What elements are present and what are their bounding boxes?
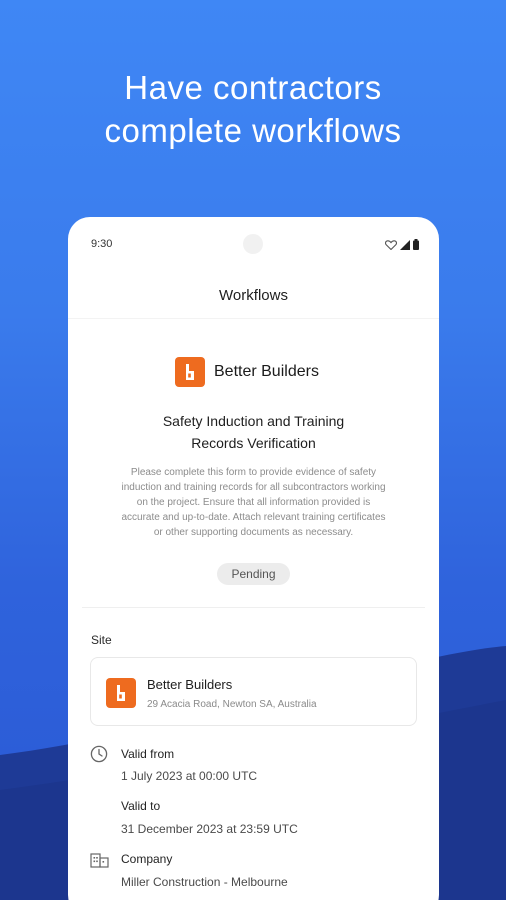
status-badge: Pending	[217, 563, 290, 585]
battery-icon	[413, 239, 419, 250]
form-description-line: induction and training records for all s…	[121, 482, 386, 493]
building-logo-icon	[175, 357, 205, 387]
clock-icon	[90, 745, 108, 763]
form-description-line: or other supporting documents as necessa…	[153, 527, 354, 538]
form-title: Safety Induction and Training Records Ve…	[68, 410, 439, 454]
signal-icon	[400, 239, 410, 250]
camera-cutout	[243, 234, 263, 254]
valid-to-value: 31 December 2023 at 23:59 UTC	[121, 822, 298, 836]
heart-icon	[385, 239, 397, 250]
status-bar: 9:30	[68, 217, 439, 269]
site-address: 29 Acacia Road, Newton SA, Australia	[147, 699, 317, 710]
form-title-line-1: Safety Induction and Training	[162, 413, 345, 429]
company-value: Miller Construction - Melbourne	[121, 875, 288, 889]
company-label: Company	[121, 852, 173, 866]
site-label: Site	[91, 633, 112, 647]
phone-screen: 9:30 Workflows Better Builders Safety In…	[68, 217, 439, 900]
valid-from-value: 1 July 2023 at 00:00 UTC	[121, 769, 258, 783]
site-name: Better Builders	[147, 677, 233, 692]
buildings-icon	[90, 853, 109, 868]
headline-line-1: Have contractors	[124, 69, 382, 106]
headline-line-2: complete workflows	[104, 112, 402, 149]
status-time: 9:30	[91, 238, 113, 250]
section-divider	[82, 607, 425, 608]
organization-name: Better Builders	[214, 363, 319, 380]
valid-to-label: Valid to	[121, 799, 161, 813]
promo-headline: Have contractors complete workflows	[0, 66, 506, 152]
form-description-line: on the project. Ensure that all informat…	[136, 497, 371, 508]
status-icons	[385, 239, 419, 250]
form-description: Please complete this form to provide evi…	[90, 465, 417, 540]
form-title-line-2: Records Verification	[191, 435, 316, 451]
form-description-line: accurate and up-to-date. Attach relevant…	[121, 512, 386, 523]
form-description-line: Please complete this form to provide evi…	[130, 467, 377, 478]
topbar-divider	[68, 318, 439, 319]
page-title: Workflows	[219, 287, 288, 304]
site-card[interactable]: Better Builders 29 Acacia Road, Newton S…	[90, 657, 417, 726]
valid-from-label: Valid from	[121, 747, 175, 761]
organization-header: Better Builders	[175, 357, 319, 387]
building-logo-icon	[106, 678, 136, 708]
